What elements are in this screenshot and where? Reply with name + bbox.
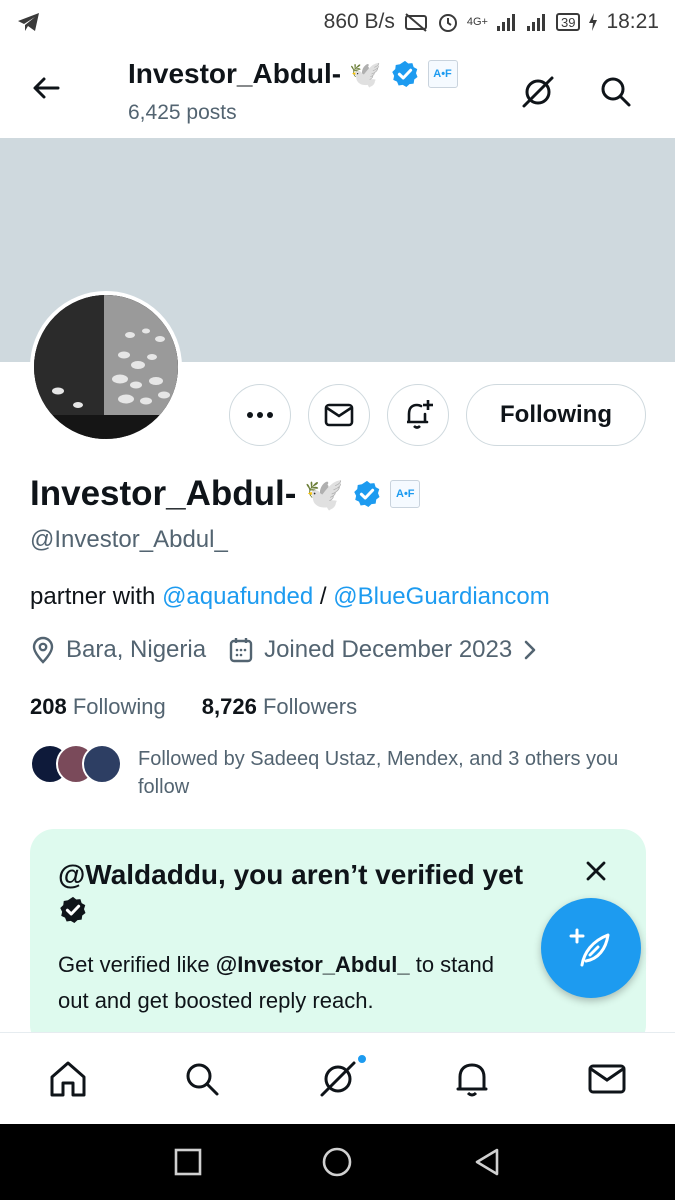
avatar <box>82 744 122 784</box>
join-date-text: Joined December 2023 <box>264 636 513 663</box>
bio-link-blueguardian[interactable]: @BlueGuardiancom <box>333 583 549 610</box>
messages-icon[interactable] <box>585 1057 629 1101</box>
battery-icon: 39 <box>555 13 581 31</box>
signal-icon <box>496 14 515 31</box>
grok-icon[interactable] <box>316 1057 360 1101</box>
verification-card-title: @Waldaddu, you aren’t verified yet <box>58 857 558 929</box>
bio-link-aquafunded[interactable]: @aquafunded <box>162 583 313 610</box>
clock: 18:21 <box>606 10 659 33</box>
signal-icon <box>526 14 545 31</box>
following-button[interactable]: Following <box>466 384 646 446</box>
status-bar: 860 B/s 4G+ 39 18:21 <box>0 0 675 44</box>
location-text: Bara, Nigeria <box>66 636 207 663</box>
grok-unread-dot <box>356 1053 368 1065</box>
bell-plus-icon <box>407 400 433 429</box>
profile-meta: Bara, Nigeria Joined December 2023 <box>30 636 538 664</box>
followers-count: 8,726 <box>201 694 257 719</box>
notifications-button[interactable] <box>387 384 449 446</box>
post-count: 6,425 posts <box>128 101 237 124</box>
telegram-icon <box>18 13 39 31</box>
affiliate-badge[interactable]: A•F <box>427 60 458 88</box>
network-type: 4G+ <box>466 15 488 28</box>
alarm-icon <box>438 14 457 32</box>
location: Bara, Nigeria <box>30 636 206 664</box>
verified-badge-icon[interactable] <box>352 479 382 509</box>
following-count-link[interactable]: 208 Following <box>30 694 166 720</box>
verified-badge-icon <box>391 60 418 87</box>
verification-card-title-text: @Waldaddu, you aren’t verified yet <box>58 859 524 890</box>
bio-separator: / <box>319 583 327 610</box>
message-button[interactable] <box>308 384 370 446</box>
verification-card-body: Get verified like @Investor_Abdul_ to st… <box>58 947 528 1019</box>
calendar-icon <box>229 638 253 663</box>
card-body-handle: @Investor_Abdul_ <box>215 952 410 977</box>
followed-by-text[interactable]: Followed by Sadeeq Ustaz, Mendex, and 3 … <box>138 745 658 801</box>
followers-label: Followers <box>262 694 358 719</box>
profile-name-row: Investor_Abdul- 🕊️ A•F <box>30 474 421 514</box>
compose-post-button[interactable] <box>541 898 641 998</box>
affiliate-badge[interactable]: A•F <box>390 480 421 508</box>
dove-emoji: 🕊️ <box>349 59 382 89</box>
recents-icon[interactable] <box>172 1146 204 1178</box>
card-body-prefix: Get verified like <box>58 952 210 977</box>
feather-plus-icon <box>569 928 610 967</box>
followers-count-link[interactable]: 8,726 Followers <box>202 694 357 720</box>
charging-icon <box>589 13 598 31</box>
more-options-button[interactable] <box>229 384 291 446</box>
location-pin-icon <box>32 636 54 664</box>
profile-display-name: Investor_Abdul- <box>30 474 297 513</box>
mail-icon <box>324 403 354 427</box>
search-icon[interactable] <box>180 1057 224 1101</box>
home-button-icon[interactable] <box>321 1146 353 1178</box>
verified-badge-icon <box>60 896 86 923</box>
followed-by-avatars[interactable] <box>30 744 122 784</box>
avatar-image <box>34 295 178 439</box>
avatar[interactable] <box>30 291 182 443</box>
following-label: Following <box>72 694 166 719</box>
more-icon <box>247 412 273 418</box>
profile-handle: @Investor_Abdul_ <box>30 526 228 553</box>
bottom-navigation <box>0 1032 675 1124</box>
notifications-icon[interactable] <box>450 1057 494 1101</box>
network-speed: 860 B/s <box>323 10 395 33</box>
back-button-icon[interactable] <box>471 1146 503 1178</box>
profile-bio: partner with @aquafunded / @BlueGuardian… <box>30 583 550 611</box>
join-date[interactable]: Joined December 2023 <box>228 636 538 664</box>
no-sim-icon <box>404 13 427 32</box>
header-name-row: Investor_Abdul- 🕊️ A•F <box>128 58 458 90</box>
grok-icon[interactable] <box>516 70 560 114</box>
bio-text: partner with <box>30 583 156 610</box>
back-arrow-icon[interactable] <box>24 66 68 110</box>
close-icon[interactable] <box>582 857 610 885</box>
follow-counts: 208 Following 8,726 Followers <box>30 694 357 720</box>
chevron-right-icon <box>524 640 536 660</box>
header-display-name: Investor_Abdul- <box>128 58 342 89</box>
home-icon[interactable] <box>46 1057 90 1101</box>
profile-header: Investor_Abdul- 🕊️ A•F 6,425 posts <box>0 44 675 138</box>
system-navigation-bar <box>0 1124 675 1200</box>
dove-emoji: 🕊️ <box>304 476 345 512</box>
search-icon[interactable] <box>594 70 638 114</box>
following-count: 208 <box>30 694 67 719</box>
